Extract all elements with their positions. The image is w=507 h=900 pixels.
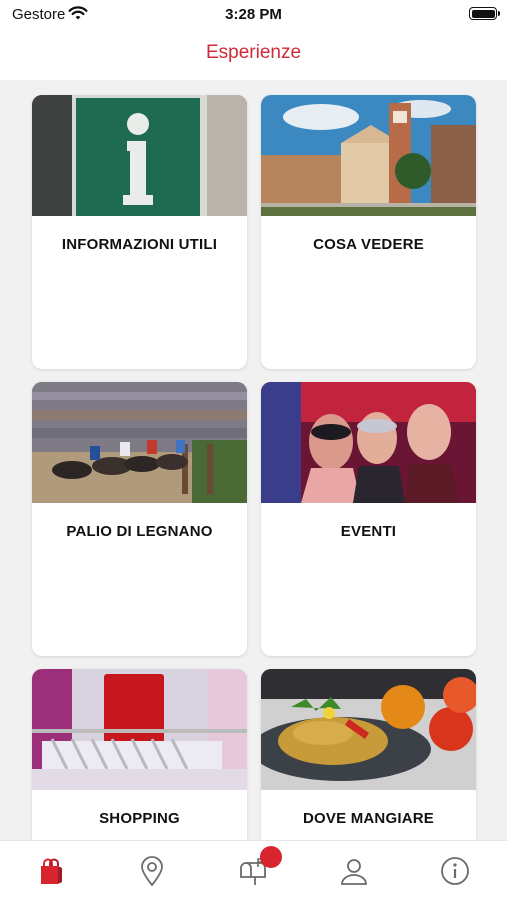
church-square-image xyxy=(261,95,476,216)
page-title: Esperienze xyxy=(205,42,302,63)
card-dove-mangiare[interactable]: DOVE MANGIARE xyxy=(261,669,476,840)
horse-race-image xyxy=(32,382,247,503)
clock: 3:28 PM xyxy=(225,6,282,23)
info-circle-icon xyxy=(441,857,469,885)
card-title: PALIO DI LEGNANO xyxy=(66,523,213,540)
card-cosa-vedere[interactable]: COSA VEDERE xyxy=(261,95,476,369)
navigation-bar: Esperienze xyxy=(0,30,507,80)
status-bar: Gestore 3:28 PM xyxy=(0,0,507,30)
card-informazioni-utili[interactable]: INFORMAZIONI UTILI xyxy=(32,95,247,369)
tab-shopping-bag[interactable] xyxy=(35,855,67,887)
sale-clothes-image xyxy=(32,669,247,790)
tab-bar xyxy=(0,840,507,900)
user-icon xyxy=(341,859,367,885)
card-title: COSA VEDERE xyxy=(313,236,424,253)
location-pin-icon xyxy=(141,856,163,887)
card-title: EVENTI xyxy=(340,523,397,540)
notification-badge xyxy=(260,846,282,868)
card-palio-di-legnano[interactable]: PALIO DI LEGNANO xyxy=(32,382,247,656)
experience-grid: INFORMAZIONI UTILI COSA VEDERE PALIO DI … xyxy=(0,80,507,840)
tab-profile[interactable] xyxy=(338,855,370,887)
card-shopping[interactable]: SHOPPING xyxy=(32,669,247,840)
info-sign-image xyxy=(32,95,247,216)
card-title: INFORMAZIONI UTILI xyxy=(61,236,218,253)
card-title: DOVE MANGIARE xyxy=(303,810,434,827)
card-title: SHOPPING xyxy=(99,810,180,827)
tab-info[interactable] xyxy=(439,855,471,887)
shopping-bag-icon xyxy=(41,858,62,884)
battery-icon xyxy=(469,7,500,20)
party-masks-image xyxy=(261,382,476,503)
pasta-dish-image xyxy=(261,669,476,790)
card-eventi[interactable]: EVENTI xyxy=(261,382,476,656)
tab-map[interactable] xyxy=(136,855,168,887)
